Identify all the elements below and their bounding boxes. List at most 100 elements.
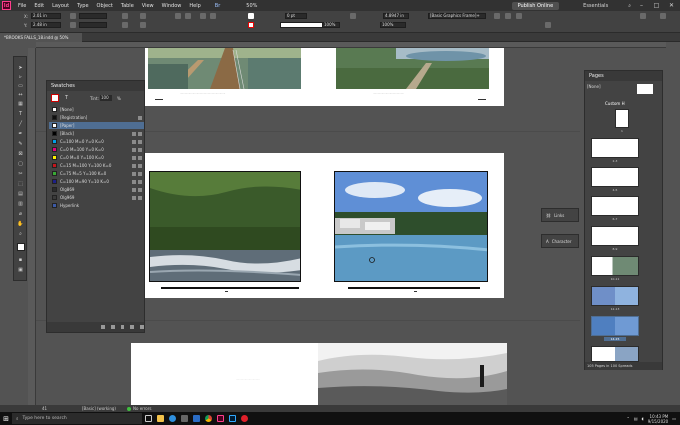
page-thumb[interactable] (591, 196, 639, 216)
swatch-item[interactable]: C=100 M=0 Y=0 K=0 (49, 138, 144, 145)
fill-color-icon[interactable] (17, 243, 25, 251)
pen-tool-icon[interactable]: ✒ (17, 131, 24, 137)
folder-icon[interactable] (110, 325, 115, 329)
task-view-icon[interactable] (142, 412, 154, 425)
gap-tool-icon[interactable]: ↔ (17, 92, 24, 98)
stroke-weight-field[interactable]: 0 pt (285, 13, 307, 19)
swatch-item[interactable]: [None] (49, 106, 144, 113)
flip-horizontal-icon[interactable] (175, 13, 181, 19)
page-tool-icon[interactable]: ▭ (17, 83, 24, 89)
menu-type[interactable]: Type (73, 3, 92, 9)
maximize-icon[interactable]: □ (652, 2, 661, 9)
publish-online-button[interactable]: Publish Online (511, 1, 560, 10)
master-label[interactable]: Custom H (605, 101, 625, 106)
panel-menu-icon[interactable] (660, 13, 666, 19)
page-thumb[interactable] (591, 346, 639, 362)
menu-file[interactable]: File (14, 3, 30, 9)
record-icon[interactable] (238, 412, 250, 425)
swatch-item[interactable]: [Paper] (49, 122, 144, 129)
show-all-swatches-icon[interactable] (101, 325, 105, 329)
chrome-icon[interactable] (202, 412, 214, 425)
fx-icon[interactable] (350, 13, 356, 19)
pencil-tool-icon[interactable]: ✎ (17, 141, 24, 147)
page-right-middle[interactable] (318, 153, 504, 298)
columns-icon[interactable] (545, 22, 551, 28)
gradient-tool-icon[interactable]: ▤ (17, 191, 24, 197)
new-color-group-icon[interactable] (120, 325, 125, 329)
page-right-bottom[interactable] (318, 343, 507, 405)
page-thumb[interactable] (591, 256, 639, 276)
store-icon[interactable] (178, 412, 190, 425)
workspace-switcher[interactable]: Essentials (583, 3, 608, 9)
mail-icon[interactable] (190, 412, 202, 425)
width-icon[interactable] (70, 13, 76, 19)
page-thumb[interactable] (591, 138, 639, 158)
stroke-swatch-icon[interactable] (248, 22, 254, 28)
x-position-field[interactable]: 2.01 in (31, 13, 61, 19)
menu-help[interactable]: Help (185, 3, 204, 9)
text-format-icon[interactable]: T (65, 95, 68, 101)
windows-start-icon[interactable]: ⊞ (0, 412, 12, 425)
search-icon[interactable]: ⌕ (628, 3, 631, 9)
height-field[interactable] (79, 22, 107, 28)
tint-field[interactable]: 100 (100, 95, 112, 101)
vertical-ruler[interactable] (28, 48, 36, 406)
line-tool-icon[interactable]: ╱ (17, 121, 24, 127)
select-content-icon[interactable] (210, 13, 216, 19)
gear-icon[interactable] (640, 13, 646, 19)
wrap-none-icon[interactable] (494, 13, 500, 19)
none-master[interactable]: [None] (587, 84, 601, 89)
zoom-level[interactable]: 50% (242, 3, 261, 9)
page-thumb[interactable] (591, 167, 639, 187)
volume-icon[interactable]: ◖ (642, 416, 644, 421)
new-swatch-icon[interactable] (130, 325, 135, 329)
swatch-item[interactable]: Olg969 (49, 194, 144, 201)
width-field[interactable] (79, 13, 107, 19)
swatches-panel-title[interactable]: Swatches (47, 81, 144, 91)
preflight-profile[interactable]: [Basic] (working) (82, 406, 116, 411)
hand-tool-icon[interactable]: ✋ (17, 221, 24, 227)
minimize-icon[interactable]: – (637, 2, 646, 9)
type-tool-icon[interactable]: T (17, 111, 24, 117)
menu-view[interactable]: View (138, 3, 158, 9)
swatch-item[interactable]: C=15 M=100 Y=100 K=0 (49, 162, 144, 169)
photoshop-icon[interactable] (226, 412, 238, 425)
bridge-icon[interactable]: Br (211, 3, 225, 9)
height-icon[interactable] (70, 22, 76, 28)
eyedropper-tool-icon[interactable]: ⌀ (17, 211, 24, 217)
swatch-item[interactable]: C=0 M=0 Y=100 K=0 (49, 154, 144, 161)
rotate-icon[interactable] (140, 13, 146, 19)
notifications-icon[interactable]: ▭ (672, 416, 676, 421)
swatch-item[interactable]: C=0 M=100 Y=0 K=0 (49, 146, 144, 153)
fill-swatch-icon[interactable] (248, 13, 254, 19)
content-collector-icon[interactable]: ▦ (17, 101, 24, 107)
selection-tool-icon[interactable]: ➤ (17, 65, 24, 71)
page-thumb[interactable] (615, 109, 629, 128)
fill-stroke-icon[interactable] (51, 94, 59, 102)
object-style-select[interactable]: [Basic Graphics Frame]+ (428, 13, 486, 19)
swatch-item[interactable]: [Registration] (49, 114, 144, 121)
scale-y-icon[interactable] (122, 22, 128, 28)
screen-mode-icon[interactable]: ▣ (17, 267, 24, 273)
swatch-item[interactable]: [Black] (49, 130, 144, 137)
menu-layout[interactable]: Layout (48, 3, 73, 9)
trash-icon[interactable] (140, 325, 144, 329)
page-number-field[interactable]: 41 (42, 406, 47, 411)
note-tool-icon[interactable]: ▥ (17, 201, 24, 207)
menu-object[interactable]: Object (93, 3, 117, 9)
menu-window[interactable]: Window (158, 3, 186, 9)
page-left-middle[interactable] (145, 153, 318, 298)
links-panel-button[interactable]: ⛓ Links (541, 208, 579, 222)
page-left-bottom[interactable]: ······························ (131, 343, 318, 405)
clock[interactable]: 10:43 PM 9/15/2020 (648, 414, 669, 424)
y-position-field[interactable]: 2.48 in (31, 22, 61, 28)
swatch-item[interactable]: Olg869 (49, 186, 144, 193)
shear-icon[interactable] (140, 22, 146, 28)
direct-selection-tool-icon[interactable]: ▹ (17, 74, 24, 80)
rectangle-tool-icon[interactable]: ▢ (17, 161, 24, 167)
swatch-item[interactable]: Hyperlink (49, 202, 144, 209)
tray-arrow-icon[interactable]: ⌃ (626, 416, 629, 421)
zoom-tool-icon[interactable]: ⌕ (17, 231, 24, 237)
page-right-top[interactable]: ······································· (318, 48, 504, 106)
swatch-item[interactable]: C=100 M=90 Y=10 K=0 (49, 178, 144, 185)
